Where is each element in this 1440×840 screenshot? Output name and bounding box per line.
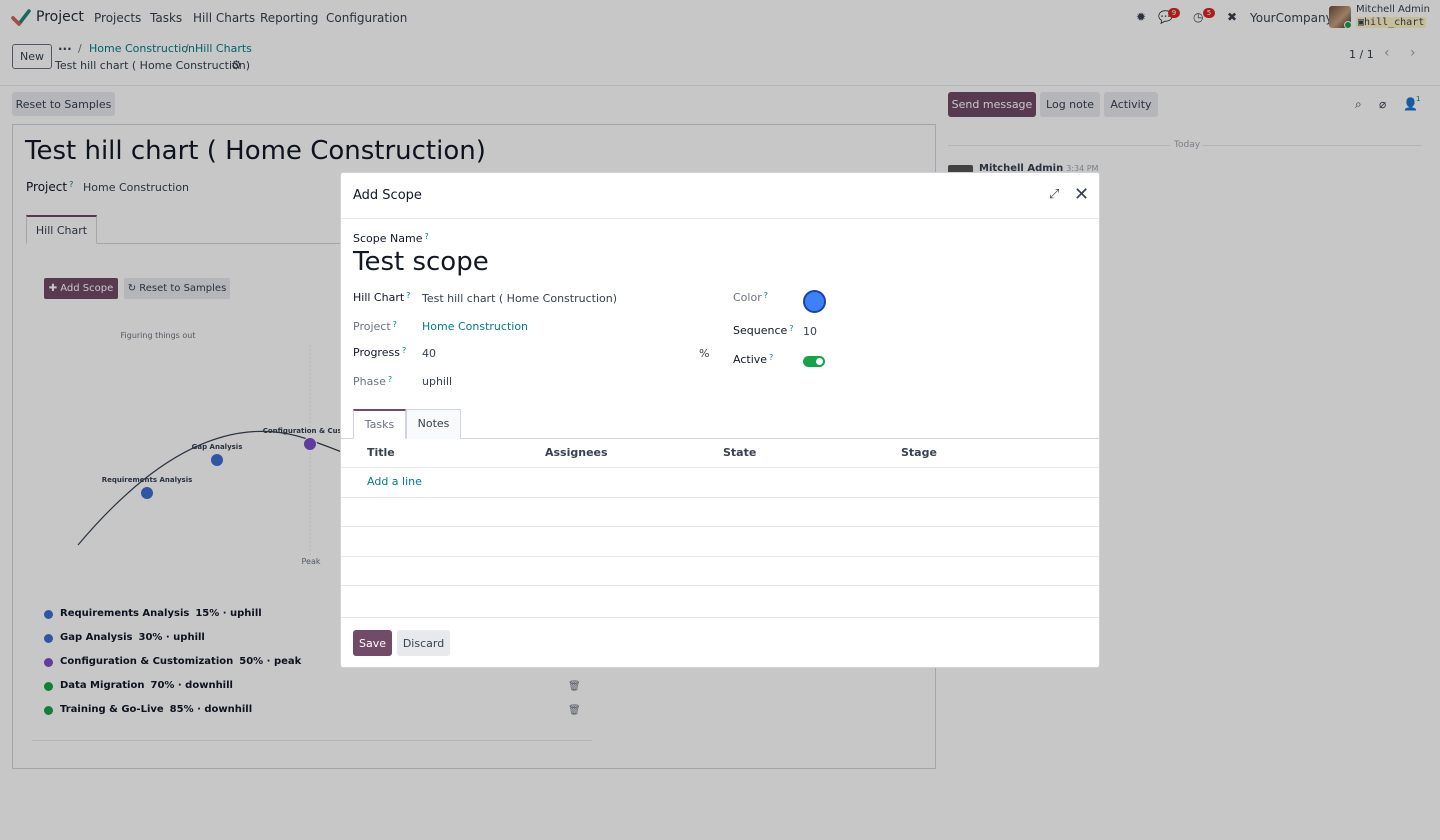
- project-field[interactable]: Home Construction: [422, 320, 528, 333]
- add-scope-dialog: Add Scope ⤢ ✕ Scope Name? Test scope Hil…: [340, 172, 1100, 668]
- progress-unit: %: [699, 347, 710, 360]
- progress-input[interactable]: 40: [422, 347, 436, 360]
- table-row: [341, 585, 1099, 586]
- dialog-header-divider: [341, 218, 1099, 219]
- phase-label: Phase?: [353, 375, 393, 388]
- column-title[interactable]: Title: [367, 446, 395, 459]
- sequence-input[interactable]: 10: [803, 325, 817, 338]
- hill-chart-label: Hill Chart?: [353, 291, 411, 304]
- scope-name-label: Scope Name?: [353, 232, 429, 245]
- help-icon: ?: [789, 324, 794, 333]
- toggle-knob: [816, 358, 823, 365]
- scope-name-input[interactable]: Test scope: [353, 247, 489, 277]
- table-row: [341, 497, 1099, 498]
- dialog-title: Add Scope: [353, 188, 422, 203]
- tab-notes[interactable]: Notes: [406, 409, 461, 439]
- expand-icon[interactable]: ⤢: [1049, 187, 1059, 202]
- table-header-divider: [341, 467, 1099, 468]
- help-icon: ?: [387, 375, 393, 384]
- dialog-footer-divider: [341, 617, 1099, 618]
- column-stage[interactable]: Stage: [901, 446, 937, 459]
- column-state[interactable]: State: [723, 446, 756, 459]
- hill-chart-field[interactable]: Test hill chart ( Home Construction): [422, 292, 617, 305]
- project-label: Project?: [353, 320, 397, 333]
- help-icon: ?: [424, 232, 429, 241]
- tab-tasks[interactable]: Tasks: [353, 409, 406, 439]
- active-label: Active?: [733, 353, 774, 366]
- help-icon: ?: [406, 291, 411, 300]
- table-row: [341, 556, 1099, 557]
- close-icon[interactable]: ✕: [1074, 184, 1089, 205]
- color-picker[interactable]: [803, 290, 826, 313]
- discard-button[interactable]: Discard: [397, 630, 450, 656]
- sequence-label: Sequence?: [733, 324, 794, 337]
- help-icon: ?: [763, 291, 768, 300]
- save-button[interactable]: Save: [353, 630, 392, 656]
- add-line-link[interactable]: Add a line: [367, 475, 422, 488]
- help-icon: ?: [769, 353, 774, 362]
- color-label: Color?: [733, 291, 768, 304]
- progress-label: Progress?: [353, 346, 407, 359]
- phase-field: uphill: [422, 375, 453, 388]
- active-toggle[interactable]: [803, 356, 825, 367]
- table-row: [341, 526, 1099, 527]
- column-assignees[interactable]: Assignees: [545, 446, 608, 459]
- help-icon: ?: [401, 346, 407, 355]
- help-icon: ?: [392, 320, 397, 329]
